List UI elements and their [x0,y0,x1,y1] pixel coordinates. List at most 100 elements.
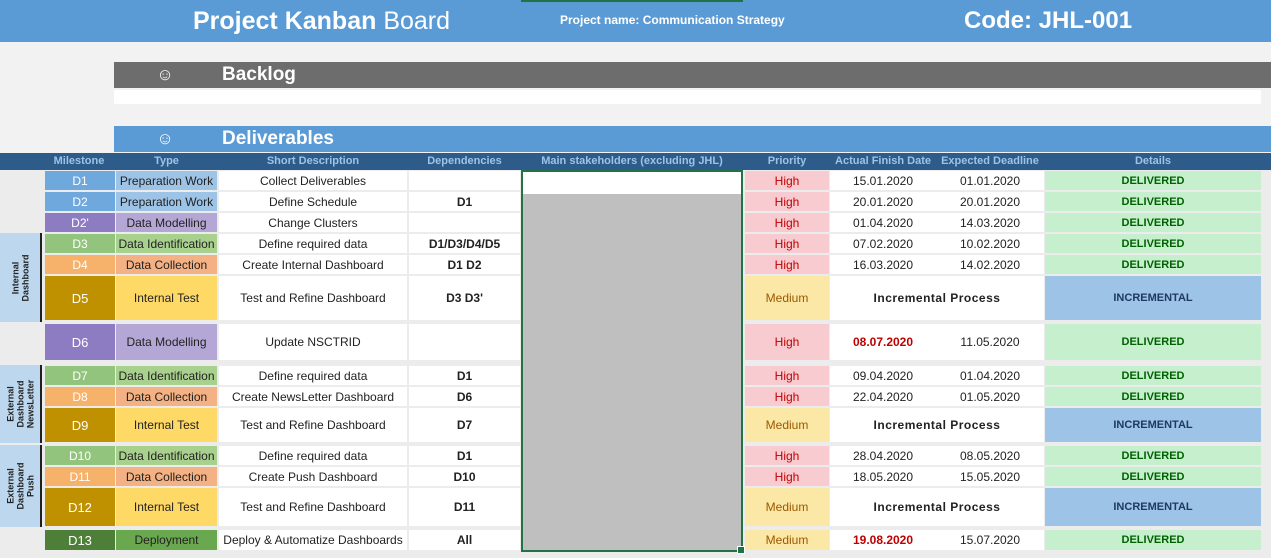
priority-cell[interactable]: Medium [745,530,829,550]
actual-finish-cell[interactable]: 18.05.2020 [830,467,936,486]
priority-cell[interactable]: High [745,324,829,360]
col-milestone[interactable]: Milestone [44,154,114,169]
fill-handle[interactable] [737,546,745,554]
type-cell[interactable]: Data Identification [116,234,217,253]
description-cell[interactable]: Create Internal Dashboard [219,255,407,274]
type-cell[interactable]: Data Identification [116,366,217,385]
actual-finish-cell[interactable]: 07.02.2020 [830,234,936,253]
incremental-process-cell[interactable]: Incremental Process [830,488,1044,526]
milestone-cell[interactable]: D3 [45,234,115,253]
group-label-cell[interactable]: External Dashboard Push [0,445,42,527]
col-type[interactable]: Type [116,154,217,169]
type-cell[interactable]: Data Modelling [116,324,217,360]
priority-cell[interactable]: High [745,234,829,253]
details-cell[interactable]: DELIVERED [1045,213,1261,232]
col-expected-deadline[interactable]: Expected Deadline [936,154,1044,169]
dependencies-cell[interactable]: D1 D2 [409,255,520,274]
description-cell[interactable]: Test and Refine Dashboard [219,408,407,442]
expected-deadline-cell[interactable]: 11.05.2020 [936,324,1044,360]
description-cell[interactable]: Test and Refine Dashboard [219,488,407,526]
dependencies-cell[interactable]: D11 [409,488,520,526]
expected-deadline-cell[interactable]: 14.02.2020 [936,255,1044,274]
description-cell[interactable]: Collect Deliverables [219,171,407,190]
dependencies-cell[interactable] [409,324,520,360]
description-cell[interactable]: Define required data [219,446,407,465]
type-cell[interactable]: Internal Test [116,276,217,320]
actual-finish-cell[interactable]: 08.07.2020 [830,324,936,360]
details-cell[interactable]: DELIVERED [1045,255,1261,274]
details-cell[interactable]: DELIVERED [1045,387,1261,406]
actual-finish-cell[interactable]: 22.04.2020 [830,387,936,406]
details-cell[interactable]: DELIVERED [1045,324,1261,360]
dependencies-cell[interactable]: D1 [409,192,520,211]
actual-finish-cell[interactable]: 09.04.2020 [830,366,936,385]
description-cell[interactable]: Change Clusters [219,213,407,232]
priority-cell[interactable]: High [745,366,829,385]
actual-finish-cell[interactable]: 01.04.2020 [830,213,936,232]
description-cell[interactable]: Deploy & Automatize Dashboards [219,530,407,550]
expected-deadline-cell[interactable]: 14.03.2020 [936,213,1044,232]
milestone-cell[interactable]: D8 [45,387,115,406]
details-cell[interactable]: DELIVERED [1045,171,1261,190]
type-cell[interactable]: Internal Test [116,488,217,526]
priority-cell[interactable]: High [745,446,829,465]
expected-deadline-cell[interactable]: 15.07.2020 [936,530,1044,550]
type-cell[interactable]: Internal Test [116,408,217,442]
description-cell[interactable]: Update NSCTRID [219,324,407,360]
dependencies-cell[interactable]: D1 [409,446,520,465]
expected-deadline-cell[interactable]: 01.05.2020 [936,387,1044,406]
milestone-cell[interactable]: D11 [45,467,115,486]
milestone-cell[interactable]: D13 [45,530,115,550]
milestone-cell[interactable]: D1 [45,171,115,190]
col-actual-finish-date[interactable]: Actual Finish Date [830,154,936,169]
backlog-section[interactable]: ☺ Backlog [114,62,1271,88]
description-cell[interactable]: Define Schedule [219,192,407,211]
type-cell[interactable]: Data Collection [116,255,217,274]
dependencies-cell[interactable]: D3 D3' [409,276,520,320]
type-cell[interactable]: Data Collection [116,467,217,486]
dependencies-cell[interactable] [409,171,520,190]
details-cell[interactable]: DELIVERED [1045,446,1261,465]
details-cell[interactable]: DELIVERED [1045,234,1261,253]
incremental-process-cell[interactable]: Incremental Process [830,408,1044,442]
type-cell[interactable]: Deployment [116,530,217,550]
details-cell[interactable]: DELIVERED [1045,467,1261,486]
milestone-cell[interactable]: D12 [45,488,115,526]
expected-deadline-cell[interactable]: 20.01.2020 [936,192,1044,211]
priority-cell[interactable]: High [745,255,829,274]
dependencies-cell[interactable]: D1/D3/D4/D5 [409,234,520,253]
details-cell[interactable]: DELIVERED [1045,366,1261,385]
type-cell[interactable]: Preparation Work [116,192,217,211]
milestone-cell[interactable]: D2' [45,213,115,232]
details-cell[interactable]: INCREMENTAL [1045,408,1261,442]
stakeholders-column[interactable] [521,170,745,554]
milestone-cell[interactable]: D7 [45,366,115,385]
description-cell[interactable]: Define required data [219,366,407,385]
expected-deadline-cell[interactable]: 01.04.2020 [936,366,1044,385]
deliverables-section[interactable]: ☺ Deliverables [114,126,1271,152]
dependencies-cell[interactable] [409,213,520,232]
priority-cell[interactable]: Medium [745,488,829,526]
priority-cell[interactable]: High [745,213,829,232]
priority-cell[interactable]: Medium [745,276,829,320]
expected-deadline-cell[interactable]: 15.05.2020 [936,467,1044,486]
dependencies-cell[interactable]: D7 [409,408,520,442]
details-cell[interactable]: DELIVERED [1045,530,1261,550]
milestone-cell[interactable]: D5 [45,276,115,320]
expected-deadline-cell[interactable]: 01.01.2020 [936,171,1044,190]
dependencies-cell[interactable]: D10 [409,467,520,486]
priority-cell[interactable]: High [745,192,829,211]
type-cell[interactable]: Preparation Work [116,171,217,190]
description-cell[interactable]: Define required data [219,234,407,253]
dependencies-cell[interactable]: D1 [409,366,520,385]
description-cell[interactable]: Create NewsLetter Dashboard [219,387,407,406]
actual-finish-cell[interactable]: 28.04.2020 [830,446,936,465]
col-dependencies[interactable]: Dependencies [409,154,520,169]
priority-cell[interactable]: High [745,387,829,406]
actual-finish-cell[interactable]: 19.08.2020 [830,530,936,550]
priority-cell[interactable]: Medium [745,408,829,442]
dependencies-cell[interactable]: All [409,530,520,550]
col-priority[interactable]: Priority [745,154,829,169]
group-label-cell[interactable]: External Dashboard NewsLetter [0,365,42,443]
milestone-cell[interactable]: D6 [45,324,115,360]
